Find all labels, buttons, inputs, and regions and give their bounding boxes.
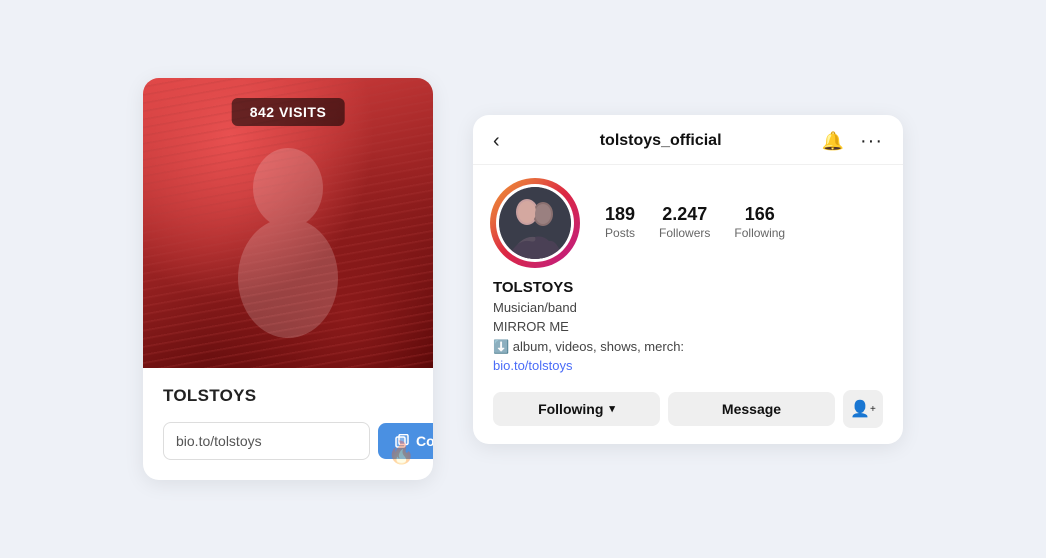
fire-icon: 🔥 [388,440,415,466]
followers-count: 2.247 [659,204,710,226]
ig-stat-following: 166 Following [734,204,785,241]
ig-username: tolstoys_official [600,132,722,150]
left-card-body-wrap: TOLSTOYS Copy 🔥 ☞ [143,368,433,480]
following-count: 166 [734,204,785,226]
back-button[interactable]: ‹ [493,131,500,151]
ig-avatar [493,181,577,265]
ig-avatar-photo [499,187,571,259]
bio-category: Musician/band [493,298,883,318]
message-label: Message [722,401,781,417]
ig-stat-posts: 189 Posts [605,204,635,241]
ig-header-icons: 🔔 ··· [822,131,883,152]
following-button[interactable]: Following ▾ [493,392,660,426]
url-input[interactable] [163,422,370,460]
ig-actions: Following ▾ Message 👤+ [493,390,883,428]
visit-badge: 842 VISITS [232,98,345,126]
message-button[interactable]: Message [668,392,835,426]
bio-cta-line: ⬇️ album, videos, shows, merch: [493,337,883,357]
ig-header: ‹ tolstoys_official 🔔 ··· [473,115,903,165]
notification-bell-icon[interactable]: 🔔 [822,131,844,152]
add-friend-button[interactable]: 👤+ [843,390,883,428]
following-label: Following [538,401,603,417]
copy-row: Copy [163,422,413,460]
copy-label: Copy [416,433,433,449]
profile-silhouette [208,118,368,338]
avatar-svg [499,187,571,259]
add-person-icon: 👤+ [850,399,876,419]
more-options-icon[interactable]: ··· [860,134,883,148]
ig-avatar-inner [496,184,574,262]
following-label: Following [734,226,785,242]
bio-album-title: MIRROR ME [493,317,883,337]
instagram-profile-card: ‹ tolstoys_official 🔔 ··· [473,115,903,444]
ig-profile-row: 189 Posts 2.247 Followers 166 Following [493,181,883,265]
posts-label: Posts [605,226,635,242]
bio-link[interactable]: bio.to/tolstoys [493,356,573,376]
ig-stat-followers: 2.247 Followers [659,204,710,241]
ig-stats: 189 Posts 2.247 Followers 166 Following [605,204,785,241]
posts-count: 189 [605,204,635,226]
ig-body: 189 Posts 2.247 Followers 166 Following … [473,165,903,444]
profile-name: TOLSTOYS [493,279,883,296]
chevron-down-icon: ▾ [609,402,615,415]
followers-label: Followers [659,226,710,242]
left-profile-card: 842 VISITS TOLSTOYS Copy [143,78,433,480]
profile-image-area: 842 VISITS [143,78,433,368]
visit-count-text: 842 VISITS [250,104,327,120]
artist-name: TOLSTOYS [163,386,413,406]
